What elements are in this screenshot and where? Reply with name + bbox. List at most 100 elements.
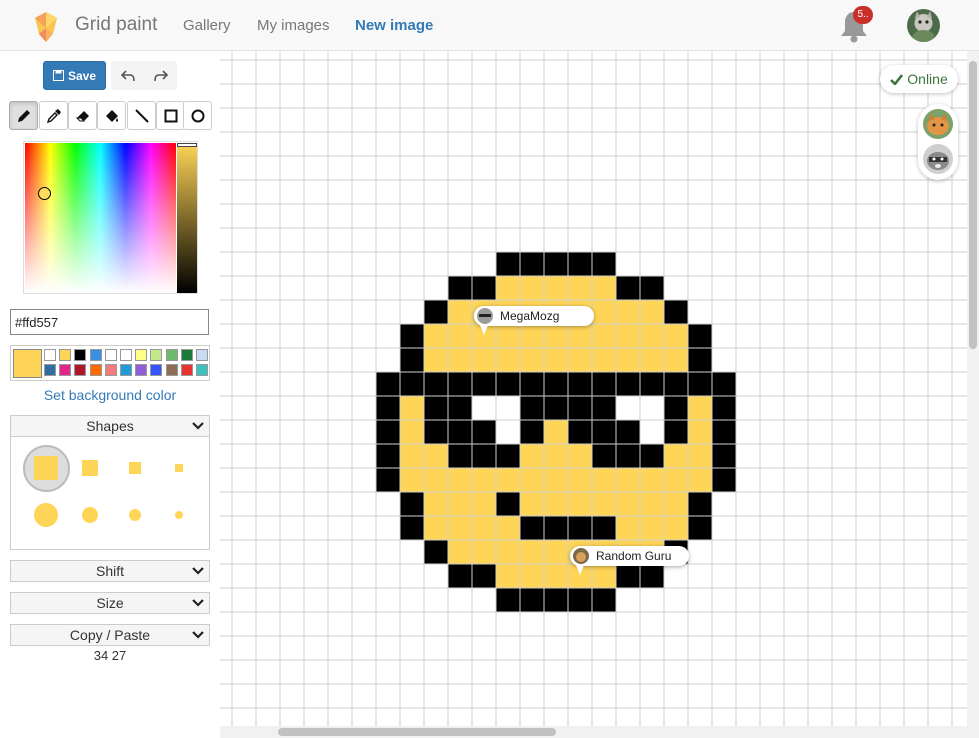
shapes-panel-header[interactable]: Shapes — [10, 415, 210, 437]
pixel-cell[interactable] — [400, 396, 424, 420]
pixel-cell[interactable] — [520, 252, 544, 276]
pixel-cell[interactable] — [592, 276, 616, 300]
pixel-cell[interactable] — [640, 348, 664, 372]
palette-swatch[interactable] — [104, 364, 117, 376]
palette-swatch[interactable] — [196, 349, 208, 361]
palette-swatch[interactable] — [135, 349, 148, 361]
palette-swatch[interactable] — [165, 364, 178, 376]
pixel-cell[interactable] — [544, 372, 568, 396]
pixel-cell[interactable] — [424, 420, 448, 444]
pixel-cell[interactable] — [568, 276, 592, 300]
pixel-cell[interactable] — [568, 324, 592, 348]
pixel-cell[interactable] — [712, 396, 736, 420]
pixel-cell[interactable] — [448, 348, 472, 372]
drawing-canvas[interactable] — [220, 51, 979, 738]
pixel-cell[interactable] — [520, 564, 544, 588]
pixel-cell[interactable] — [424, 516, 448, 540]
pixel-cell[interactable] — [592, 324, 616, 348]
pixel-cell[interactable] — [640, 324, 664, 348]
pixel-cell[interactable] — [520, 492, 544, 516]
palette-swatch[interactable] — [165, 349, 178, 361]
pixel-cell[interactable] — [544, 516, 568, 540]
square-brush-lg[interactable] — [82, 460, 98, 476]
pixel-cell[interactable] — [496, 468, 520, 492]
pixel-cell[interactable] — [592, 564, 616, 588]
pixel-cell[interactable] — [496, 420, 520, 444]
raccoon-avatar[interactable] — [923, 144, 953, 174]
set-background-link[interactable]: Set background color — [0, 387, 220, 403]
paint-brush-logo[interactable] — [31, 8, 61, 44]
pixel-cell[interactable] — [472, 348, 496, 372]
pixel-cell[interactable] — [664, 324, 688, 348]
pixel-cell[interactable] — [688, 468, 712, 492]
pixel-cell[interactable] — [496, 540, 520, 564]
palette-swatch[interactable] — [150, 364, 163, 376]
pixel-cell[interactable] — [688, 516, 712, 540]
pixel-cell[interactable] — [544, 468, 568, 492]
pixel-cell[interactable] — [568, 516, 592, 540]
pixel-cell[interactable] — [568, 252, 592, 276]
pixel-cell[interactable] — [472, 420, 496, 444]
pixel-grid[interactable] — [220, 51, 979, 738]
palette-swatch[interactable] — [89, 364, 102, 376]
pixel-cell[interactable] — [424, 492, 448, 516]
pixel-cell[interactable] — [448, 516, 472, 540]
pixel-cell[interactable] — [472, 564, 496, 588]
pixel-cell[interactable] — [376, 372, 400, 396]
pixel-cell[interactable] — [520, 396, 544, 420]
pixel-cell[interactable] — [568, 444, 592, 468]
pixel-cell[interactable] — [520, 324, 544, 348]
pixel-cell[interactable] — [448, 372, 472, 396]
palette-swatch[interactable] — [104, 349, 117, 361]
palette-swatch[interactable] — [180, 364, 193, 376]
pixel-cell[interactable] — [640, 420, 664, 444]
size-panel-header[interactable]: Size — [10, 592, 210, 614]
pixel-cell[interactable] — [616, 372, 640, 396]
redo-button[interactable] — [144, 61, 177, 90]
pixel-cell[interactable] — [592, 588, 616, 612]
pixel-cell[interactable] — [400, 468, 424, 492]
circle-tool[interactable] — [183, 101, 212, 130]
pencil-tool[interactable] — [9, 101, 38, 130]
brightness-slider[interactable] — [177, 143, 197, 293]
rectangle-tool[interactable] — [156, 101, 185, 130]
pixel-cell[interactable] — [424, 348, 448, 372]
pixel-cell[interactable] — [664, 372, 688, 396]
circle-brush-xl[interactable] — [34, 503, 58, 527]
pixel-cell[interactable] — [640, 492, 664, 516]
pixel-cell[interactable] — [592, 396, 616, 420]
pixel-cell[interactable] — [424, 300, 448, 324]
saturation-value-field[interactable] — [25, 143, 176, 293]
pixel-cell[interactable] — [592, 372, 616, 396]
pixel-cell[interactable] — [544, 420, 568, 444]
pixel-cell[interactable] — [376, 444, 400, 468]
pixel-cell[interactable] — [712, 444, 736, 468]
pixel-cell[interactable] — [496, 396, 520, 420]
pixel-cell[interactable] — [568, 468, 592, 492]
pixel-cell[interactable] — [424, 444, 448, 468]
pixel-cell[interactable] — [448, 444, 472, 468]
palette-swatch[interactable] — [120, 364, 132, 376]
pixel-cell[interactable] — [664, 492, 688, 516]
pixel-cell[interactable] — [640, 516, 664, 540]
pixel-cell[interactable] — [496, 444, 520, 468]
brand-title[interactable]: Grid paint — [75, 14, 157, 36]
pixel-cell[interactable] — [472, 540, 496, 564]
pixel-cell[interactable] — [664, 396, 688, 420]
pixel-cell[interactable] — [496, 516, 520, 540]
hex-color-input[interactable] — [10, 309, 209, 335]
circle-brush-sm[interactable] — [175, 511, 183, 519]
pixel-cell[interactable] — [472, 396, 496, 420]
palette-swatch[interactable] — [196, 364, 208, 376]
pixel-cell[interactable] — [424, 396, 448, 420]
pixel-cell[interactable] — [496, 564, 520, 588]
pixel-cell[interactable] — [688, 396, 712, 420]
pixel-cell[interactable] — [448, 276, 472, 300]
pixel-cell[interactable] — [616, 300, 640, 324]
pixel-cell[interactable] — [616, 276, 640, 300]
pixel-cell[interactable] — [544, 324, 568, 348]
pixel-cell[interactable] — [472, 276, 496, 300]
pixel-cell[interactable] — [592, 348, 616, 372]
pixel-cell[interactable] — [496, 276, 520, 300]
pixel-cell[interactable] — [688, 444, 712, 468]
